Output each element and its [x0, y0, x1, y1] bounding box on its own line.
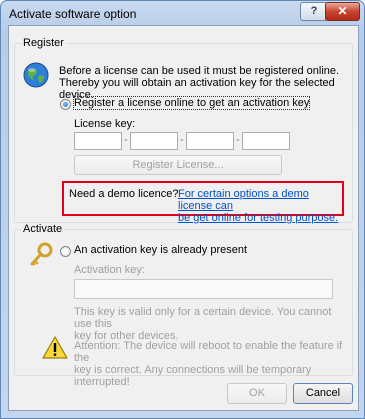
- activation-key-label: Activation key:: [74, 264, 145, 276]
- register-description-line1: Before a license can be used it must be …: [59, 65, 340, 77]
- register-group: Register Before a license can be used it…: [14, 37, 353, 224]
- demo-licence-highlight: Need a demo licence? For certain options…: [62, 181, 344, 224]
- key-separator: -: [124, 134, 128, 146]
- title-bar: Activate software option ? ✕: [1, 1, 364, 25]
- register-license-button[interactable]: Register License...: [74, 155, 282, 175]
- register-legend: Register: [21, 37, 66, 49]
- demo-licence-link-line1[interactable]: For certain options a demo license can: [178, 188, 342, 212]
- license-key-field-4[interactable]: [242, 132, 290, 150]
- register-online-radio[interactable]: [60, 99, 71, 110]
- help-button[interactable]: ?: [300, 2, 328, 21]
- window-title: Activate software option: [9, 7, 137, 21]
- activation-key-note: This key is valid only for a certain dev…: [74, 306, 352, 342]
- register-online-radio-label[interactable]: Register a license online to get an acti…: [72, 96, 311, 110]
- license-key-fields: - - -: [74, 132, 290, 150]
- activation-key-input[interactable]: [74, 279, 333, 299]
- activate-group: Activate An activation key is already pr…: [14, 223, 353, 388]
- license-key-label: License key:: [74, 118, 136, 130]
- demo-licence-link-line2[interactable]: be get online for testing purpose.: [178, 212, 342, 224]
- license-key-field-1[interactable]: [74, 132, 122, 150]
- dialog-client-area: Register Before a license can be used it…: [8, 25, 359, 411]
- reboot-warning: Attention: The device will reboot to ena…: [74, 340, 352, 388]
- ok-button[interactable]: OK: [227, 383, 287, 404]
- close-button[interactable]: ✕: [325, 2, 360, 21]
- demo-licence-label: Need a demo licence?: [69, 188, 179, 200]
- license-key-field-2[interactable]: [130, 132, 178, 150]
- globe-icon: [23, 62, 49, 88]
- activate-legend: Activate: [21, 223, 65, 235]
- key-icon: [30, 242, 53, 266]
- activation-key-note-line1: This key is valid only for a certain dev…: [74, 306, 332, 330]
- key-separator: -: [236, 134, 240, 146]
- warning-icon: [42, 336, 68, 359]
- activation-key-present-radio[interactable]: [60, 246, 71, 257]
- demo-licence-link[interactable]: For certain options a demo license can b…: [178, 188, 342, 224]
- activation-key-present-label[interactable]: An activation key is already present: [74, 244, 247, 256]
- register-description: Before a license can be used it must be …: [59, 65, 352, 101]
- dialog-window: Activate software option ? ✕ Register Be…: [0, 0, 365, 419]
- reboot-warning-line1: Attention: The device will reboot to ena…: [74, 340, 343, 364]
- cancel-button[interactable]: Cancel: [293, 383, 353, 404]
- license-key-field-3[interactable]: [186, 132, 234, 150]
- key-separator: -: [180, 134, 184, 146]
